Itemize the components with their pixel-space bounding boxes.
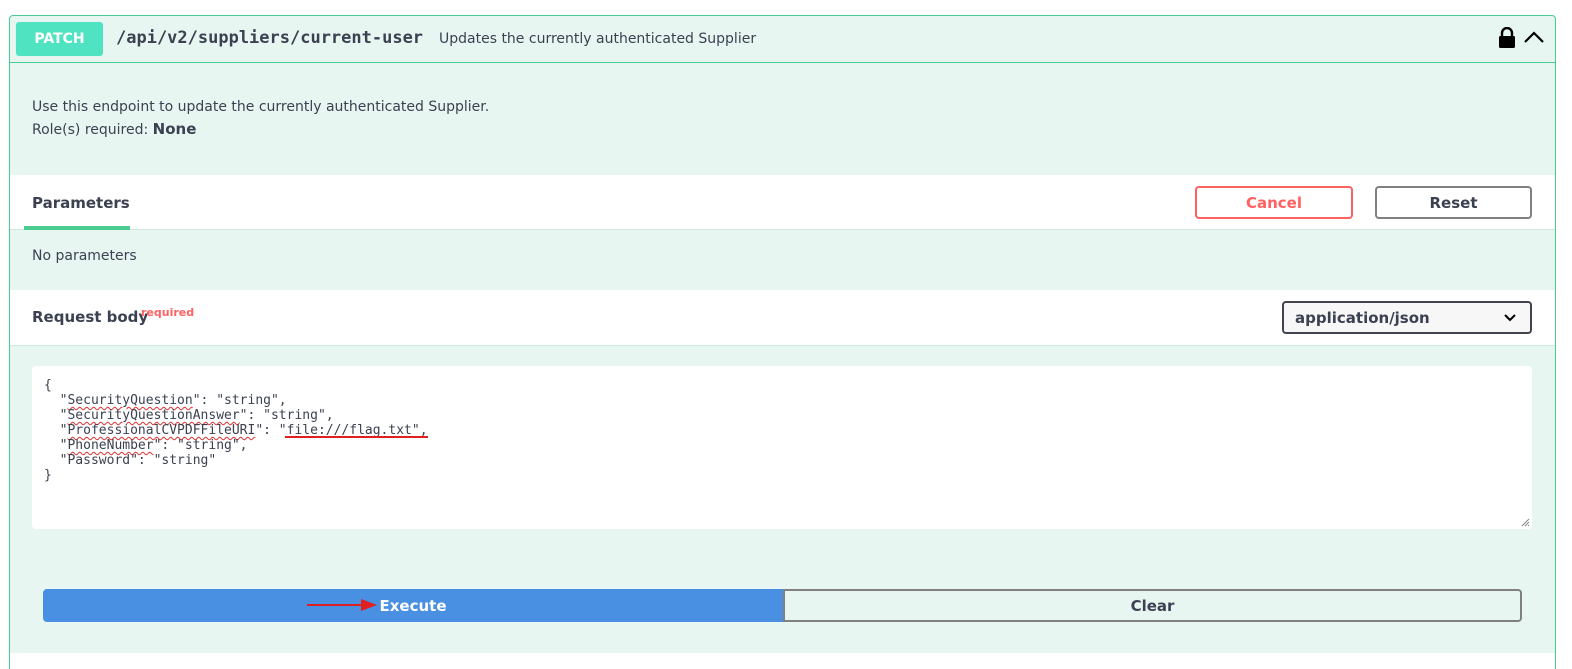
request-body-editor[interactable]: { "SecurityQuestion": "string", "Securit…	[32, 366, 1532, 529]
code-value: ": "string",	[153, 438, 248, 453]
method-badge: PATCH	[16, 22, 103, 56]
code-key: PhoneNumber	[67, 438, 154, 453]
lock-icon[interactable]	[1498, 27, 1516, 49]
parameters-header: Parameters Cancel Reset	[10, 175, 1555, 230]
tab-active-indicator	[24, 226, 130, 230]
code-line: }	[44, 468, 52, 483]
roles-label: Role(s) required:	[32, 122, 149, 138]
code-key: SecurityQuestion	[67, 393, 193, 408]
responses-section-edge	[10, 653, 1555, 669]
endpoint-path: /api/v2/suppliers/current-user	[116, 28, 424, 48]
execute-bar: Execute Clear	[43, 589, 1522, 622]
operation-block: PATCH /api/v2/suppliers/current-user Upd…	[9, 15, 1556, 669]
request-body-code[interactable]: { "SecurityQuestion": "string", "Securit…	[44, 378, 428, 483]
clear-button[interactable]: Clear	[783, 589, 1522, 622]
code-line: {	[44, 378, 52, 393]
execute-button[interactable]: Execute	[43, 589, 783, 622]
cancel-button[interactable]: Cancel	[1195, 186, 1353, 219]
endpoint-summary: Updates the currently authenticated Supp…	[439, 31, 757, 47]
request-body-header: Request body required application/json	[10, 290, 1555, 346]
required-badge: required	[141, 306, 195, 319]
resize-handle-icon[interactable]	[1520, 517, 1530, 527]
operation-description: Use this endpoint to update the currentl…	[32, 96, 489, 141]
chevron-up-icon[interactable]	[1523, 29, 1545, 45]
description-text: Use this endpoint to update the currentl…	[32, 99, 490, 115]
execute-label: Execute	[379, 596, 447, 615]
content-type-value: application/json	[1295, 308, 1430, 327]
no-parameters-text: No parameters	[32, 248, 137, 264]
code-value: ": "string",	[192, 393, 287, 408]
request-body-title: Request body	[32, 308, 149, 326]
chevron-down-icon	[1504, 314, 1516, 322]
content-type-select[interactable]: application/json	[1282, 301, 1532, 334]
roles-value: None	[152, 120, 197, 138]
code-line: "Password": "string"	[59, 453, 217, 468]
operation-summary[interactable]: PATCH /api/v2/suppliers/current-user Upd…	[10, 16, 1555, 63]
code-value: ": "string",	[239, 408, 334, 423]
tab-parameters[interactable]: Parameters	[32, 194, 130, 212]
code-key: SecurityQuestionAnswer	[67, 408, 240, 423]
code-key: ProfessionalCVPDFFileURI	[67, 423, 256, 438]
red-underline-annotation	[285, 436, 428, 438]
reset-button[interactable]: Reset	[1375, 186, 1532, 219]
roles-line: Role(s) required: None	[32, 118, 489, 141]
red-arrow-annotation	[307, 599, 377, 611]
